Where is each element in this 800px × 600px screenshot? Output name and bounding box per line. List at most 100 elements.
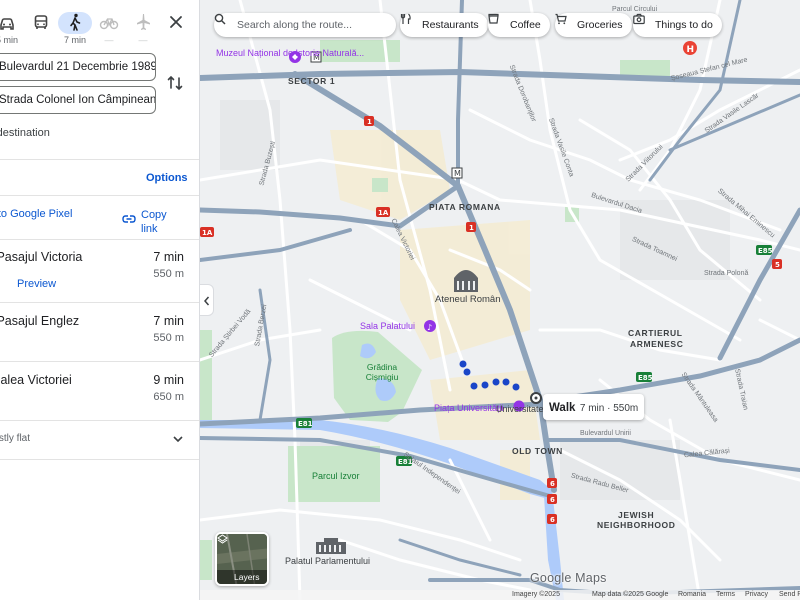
cart-icon [555,13,567,25]
map-footer: Imagery ©2025 Map data ©2025 Google Roma… [200,590,800,600]
district-label: NEIGHBORHOOD [597,520,676,530]
street-label: Strada Polonă [704,270,749,277]
district-label: SECTOR 1 [288,76,336,86]
close-icon[interactable] [166,12,186,32]
svg-text:6: 6 [550,480,555,488]
layers-icon [217,534,228,544]
chip-label: Coffee [510,19,541,31]
route-distance: 550 m [153,268,184,280]
layers-label: Layers [234,572,260,582]
footer-terms[interactable]: Terms [716,590,735,600]
link-icon[interactable] [122,213,136,225]
footer-imagery: Imagery ©2025 [512,591,560,598]
poi-ateneul[interactable]: Ateneul Român [435,294,500,305]
divider [0,302,199,303]
chip-label: Groceries [577,19,623,31]
district-label: ARMENESC [630,339,684,349]
options-button[interactable]: Options [146,172,188,184]
route-option-1[interactable]: via Pasajul Victoria 7 min 550 m Preview [0,250,199,302]
footer-map-data: Map data ©2025 Google [592,591,669,598]
walk-icon [70,13,81,31]
route-time: 7 min [153,250,184,264]
poi-sala-palatului[interactable]: Sala Palatului [360,321,415,331]
origin-input[interactable]: Bulevardul 21 Decembrie 1989, București … [0,53,156,81]
district-label: PIATA ROMANA [429,202,501,212]
divider [0,239,199,240]
search-along-route-input[interactable]: Search along the route... [214,13,396,37]
svg-text:1: 1 [367,118,372,126]
mode-walking-time: 7 min [63,35,86,45]
street-label: Parcul Circului [612,6,658,13]
bus-icon [34,15,48,29]
route-distance: 650 m [153,391,184,403]
chevron-down-icon[interactable] [172,434,184,444]
divider [0,459,199,460]
footer-region[interactable]: Romania [678,590,706,600]
svg-text:E81: E81 [298,420,313,428]
footer-feedback[interactable]: Send Product Feedback [779,590,800,600]
chip-groceries[interactable]: Groceries [555,13,632,37]
coffee-cup-icon [488,13,499,24]
poi-museum[interactable]: Muzeul Național de Istorie Naturală... [216,48,364,58]
swap-arrows-icon[interactable] [166,74,184,92]
plane-icon [137,14,150,30]
mode-driving[interactable]: 5 min [0,10,24,46]
route-option-3[interactable]: via Calea Victoriei 9 min 650 m [0,373,199,419]
svg-text:H: H [687,45,695,55]
route-option-2[interactable]: via Pasajul Englez 7 min 550 m [0,314,199,360]
add-destination-button[interactable]: Add destination [0,127,50,139]
mode-flights[interactable]: — [126,10,160,46]
svg-text:E85: E85 [758,247,773,255]
route-time: 7 min [153,314,184,328]
poi-universitate[interactable]: Piața Universității [434,403,504,413]
camera-icon [633,13,645,25]
poi-parcul-izvor[interactable]: Parcul Izvor [312,471,360,481]
chip-label: Restaurants [422,19,479,31]
route-callout[interactable]: Walk 7 min · 550m [543,394,645,420]
poi-palatul-parlamentului[interactable]: Palatul Parlamentului [285,556,370,566]
directions-panel: 5 min 7 min — — Bulevardul 21 Decembrie … [0,0,200,600]
svg-text:1A: 1A [202,229,213,237]
svg-text:5: 5 [775,261,780,269]
destination-input[interactable]: Strada Colonel Ion Câmpineanu 20A, Bucur… [0,86,156,114]
chip-restaurants[interactable]: Restaurants [400,13,488,37]
chip-things-to-do[interactable]: Things to do [633,13,722,37]
poi-cismigiu[interactable]: Grădina Cișmigiu [362,362,402,382]
fork-knife-icon [400,13,411,24]
svg-text:1: 1 [469,224,474,232]
route-time: 9 min [153,373,184,387]
collapse-panel-button[interactable] [200,284,214,316]
route-name: via Pasajul Englez [0,314,80,328]
mode-transit[interactable] [24,10,58,46]
route-distance: 550 m [153,332,184,344]
chip-coffee[interactable]: Coffee [488,13,550,37]
chip-label: Things to do [655,19,713,31]
district-label: CARTIERUL [628,328,683,338]
route-preview-button[interactable]: Preview [17,278,56,290]
mode-flights-time: — [138,35,148,45]
svg-text:6: 6 [550,516,555,524]
layers-button[interactable]: Layers [215,532,269,586]
mode-cycling-time: — [104,35,114,45]
svg-text:6: 6 [550,496,555,504]
mode-walking[interactable]: 7 min [58,10,92,46]
route-callout-mode: Walk [549,402,576,414]
send-to-phone-link[interactable]: Send directions to Google Pixel [0,208,72,220]
footer-privacy[interactable]: Privacy [745,590,768,600]
divider [0,195,199,196]
svg-text:♪: ♪ [427,323,432,332]
metro-universitate[interactable]: Universitate [496,404,544,414]
route-name: via Calea Victoriei [0,373,72,387]
route-callout-detail: 7 min · 550m [579,403,639,414]
mode-cycling[interactable]: — [92,10,126,46]
copy-link-button[interactable]: Copy link [141,208,181,236]
map-canvas[interactable]: M M 1 1A 1 1A E81 E81 E85 E85 5 6 6 6 ♪ … [200,0,800,600]
divider [0,420,199,421]
svg-text:1A: 1A [378,209,389,217]
divider [0,159,199,160]
chevron-left-icon [204,296,210,306]
search-icon [214,13,226,25]
route-name: via Pasajul Victoria [0,250,83,264]
mode-driving-time: 5 min [0,35,18,45]
divider [0,361,199,362]
